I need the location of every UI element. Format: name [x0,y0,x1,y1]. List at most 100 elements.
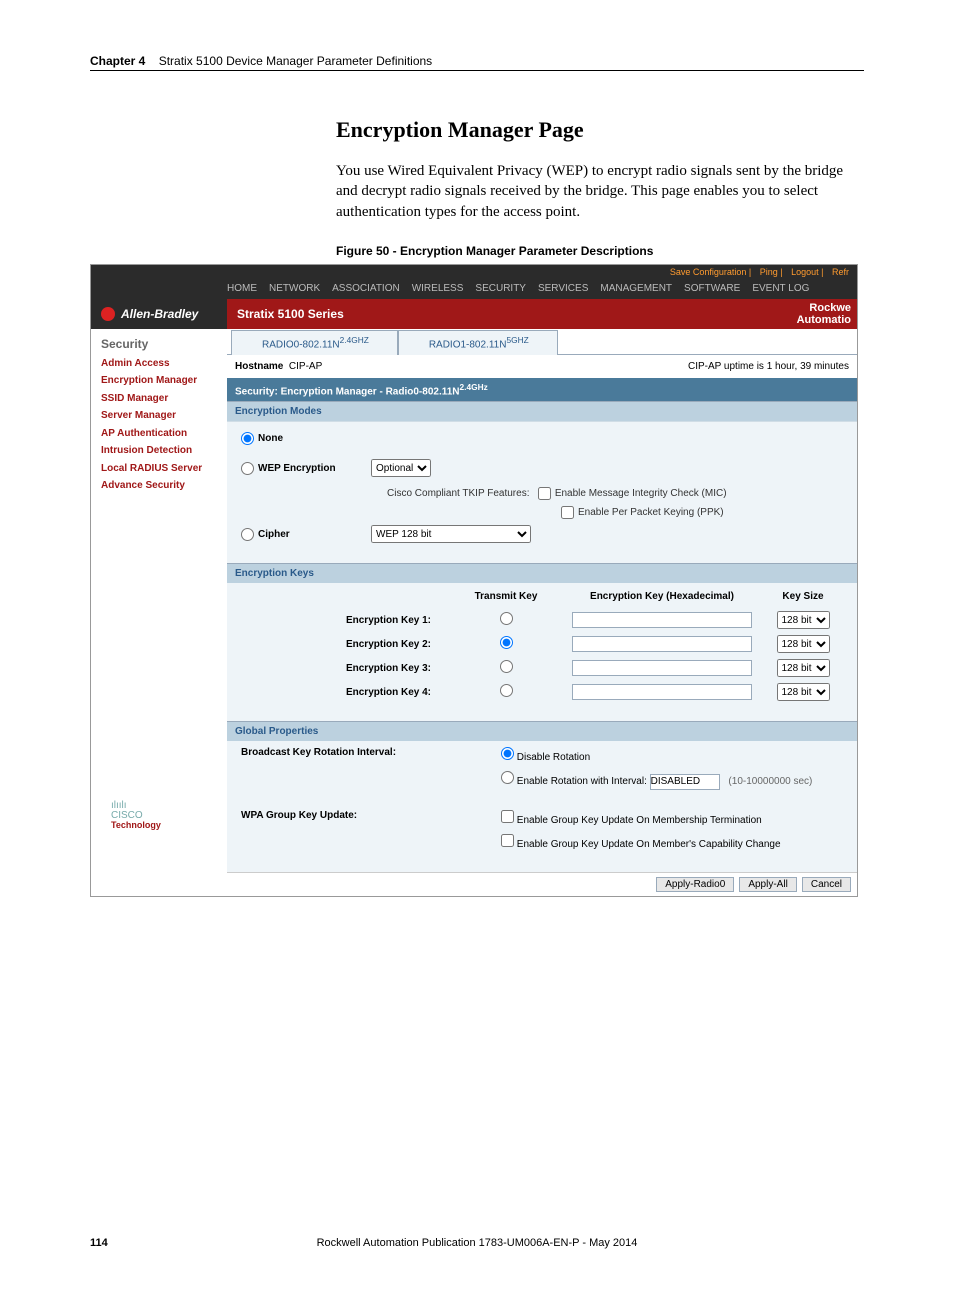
encryption-modes-panel: None WEP Encryption Optional Cisco Compl… [227,421,857,563]
brand-right-2: Automatio [797,314,851,326]
chapter-title: Stratix 5100 Device Manager Parameter De… [159,54,432,68]
radio-tabs: RADIO0-802.11N2.4GHZ RADIO1-802.11N5GHZ [227,329,857,355]
tab-radio0[interactable]: RADIO0-802.11N2.4GHZ [231,330,398,354]
key1-transmit-radio[interactable] [500,612,513,625]
apply-all-button[interactable]: Apply-All [739,877,796,892]
mode-cipher-radio[interactable] [241,528,254,541]
key4-transmit-radio[interactable] [500,684,513,697]
ppk-label: Enable Per Packet Keying (PPK) [578,507,724,518]
tab-radio1-label: RADIO1-802.11N [429,340,507,351]
series-name: Stratix 5100 Series [227,299,767,329]
screenshot-figure: Save Configuration | Ping | Logout | Ref… [90,264,858,897]
bkri-interval-input[interactable] [650,774,720,790]
ping-link[interactable]: Ping [760,267,778,277]
key-row-2: Encryption Key 2: 128 bit [227,632,857,656]
bkri-enable-radio[interactable] [501,771,514,784]
sidebar-item-ssid-manager[interactable]: SSID Manager [101,392,219,406]
breadcrumb-text: Security: Encryption Manager - Radio0-80… [235,386,460,397]
bkri-row: Broadcast Key Rotation Interval: Disable… [227,741,857,804]
publication-line: Rockwell Automation Publication 1783-UM0… [317,1237,638,1249]
nav-eventlog[interactable]: EVENT LOG [752,283,809,294]
wpa-termination-checkbox[interactable] [501,810,514,823]
key3-hex-input[interactable] [572,660,752,676]
series-bar: Allen-Bradley Stratix 5100 Series Rockwe… [91,299,857,329]
key-row-4: Encryption Key 4: 128 bit [227,680,857,721]
wpa-capability-checkbox[interactable] [501,834,514,847]
sidebar-item-intrusion-detection[interactable]: Intrusion Detection [101,444,219,458]
col-size: Key Size [763,591,843,602]
sidebar: Security Admin Access Encryption Manager… [91,329,227,896]
tkip-line: Cisco Compliant TKIP Features: Enable Me… [387,487,843,500]
mic-label: Enable Message Integrity Check (MIC) [555,488,727,499]
bkri-enable-label: Enable Rotation with Interval: [517,776,647,787]
keys-header-row: Transmit Key Encryption Key (Hexadecimal… [227,583,857,608]
ppk-checkbox[interactable] [561,506,574,519]
hostname-value: CIP-AP [289,361,322,372]
cisco-tech: Technology [111,820,161,830]
breadcrumb-bar: Security: Encryption Manager - Radio0-80… [227,378,857,401]
key2-size-select[interactable]: 128 bit [777,635,830,653]
key1-label: Encryption Key 1: [241,615,451,626]
nav-wireless[interactable]: WIRELESS [412,283,464,294]
sidebar-item-local-radius[interactable]: Local RADIUS Server [101,462,219,476]
nav-home[interactable]: HOME [227,283,257,294]
key4-size-select[interactable]: 128 bit [777,683,830,701]
breadcrumb-sup: 2.4GHz [460,382,488,392]
tkip-label: Cisco Compliant TKIP Features: [387,488,529,499]
key1-size-select[interactable]: 128 bit [777,611,830,629]
nav-network[interactable]: NETWORK [269,283,320,294]
key3-size-select[interactable]: 128 bit [777,659,830,677]
tab-radio1-sup: 5GHZ [506,335,528,345]
key-row-3: Encryption Key 3: 128 bit [227,656,857,680]
mode-wep-label: WEP Encryption [258,463,336,474]
bkri-label: Broadcast Key Rotation Interval: [241,747,501,798]
sidebar-item-server-manager[interactable]: Server Manager [101,409,219,423]
logout-link[interactable]: Logout [791,267,819,277]
tab-radio0-label: RADIO0-802.11N [262,340,340,351]
key4-hex-input[interactable] [572,684,752,700]
save-config-link[interactable]: Save Configuration [670,267,747,277]
section-title: Encryption Manager Page [336,117,864,143]
nav-management[interactable]: MANAGEMENT [600,283,672,294]
key3-transmit-radio[interactable] [500,660,513,673]
page-footer: 114 Rockwell Automation Publication 1783… [90,1237,864,1249]
encryption-modes-header: Encryption Modes [227,401,857,421]
antenna-icon [250,338,258,348]
body-paragraph: You use Wired Equivalent Privacy (WEP) t… [336,161,864,222]
cipher-select[interactable]: WEP 128 bit [371,525,531,543]
global-properties-header: Global Properties [227,721,857,741]
mode-wep-radio[interactable] [241,462,254,475]
bkri-disable-radio[interactable] [501,747,514,760]
brand-name: Allen-Bradley [121,307,198,321]
cancel-button[interactable]: Cancel [802,877,851,892]
apply-radio0-button[interactable]: Apply-Radio0 [656,877,734,892]
wep-optional-select[interactable]: Optional [371,459,431,477]
key2-hex-input[interactable] [572,636,752,652]
sidebar-item-ap-authentication[interactable]: AP Authentication [101,427,219,441]
hostname-label: Hostname [235,361,283,372]
sidebar-item-admin-access[interactable]: Admin Access [101,357,219,371]
chapter-rule [90,70,864,71]
nav-services[interactable]: SERVICES [538,283,588,294]
brand-left: Allen-Bradley [91,299,227,329]
refresh-link[interactable]: Refr [832,267,849,277]
bkri-hint: (10-10000000 sec) [728,776,812,787]
nav-software[interactable]: SOFTWARE [684,283,740,294]
uptime-text: CIP-AP uptime is 1 hour, 39 minutes [688,361,849,372]
content-area: RADIO0-802.11N2.4GHZ RADIO1-802.11N5GHZ … [227,329,857,896]
sidebar-item-advance-security[interactable]: Advance Security [101,479,219,493]
chapter-header: Chapter 4 Stratix 5100 Device Manager Pa… [90,54,864,68]
sidebar-item-encryption-manager[interactable]: Encryption Manager [101,374,219,388]
sidebar-title: Security [101,337,219,351]
utility-bar: Save Configuration | Ping | Logout | Ref… [91,265,857,279]
key2-transmit-radio[interactable] [500,636,513,649]
mode-none-radio[interactable] [241,432,254,445]
tab-radio1[interactable]: RADIO1-802.11N5GHZ [398,330,558,354]
mic-checkbox[interactable] [538,487,551,500]
encryption-keys-header: Encryption Keys [227,563,857,583]
wpa-label: WPA Group Key Update: [241,810,501,858]
nav-security[interactable]: SECURITY [475,283,526,294]
key1-hex-input[interactable] [572,612,752,628]
tab-radio0-sup: 2.4GHZ [340,335,369,345]
nav-association[interactable]: ASSOCIATION [332,283,400,294]
